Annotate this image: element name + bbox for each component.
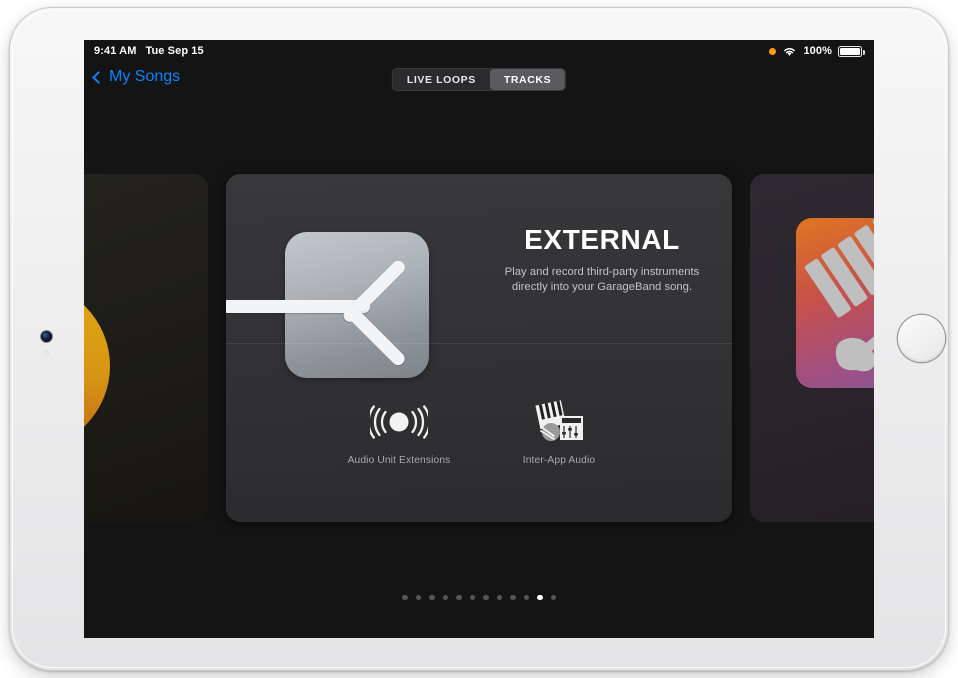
page-dot[interactable] — [402, 594, 408, 600]
page-dot[interactable] — [483, 594, 489, 600]
page-dot[interactable] — [429, 594, 435, 600]
page-dot[interactable] — [469, 594, 475, 600]
status-bar: 9:41 AM Tue Sep 15 100% — [84, 40, 874, 62]
page-subtitle: Play and record third-party instruments … — [504, 266, 700, 294]
external-hero-section: EXTERNAL Play and record third-party ins… — [226, 174, 732, 378]
page-dot[interactable] — [537, 594, 543, 600]
carousel-card-external[interactable]: EXTERNAL Play and record third-party ins… — [226, 174, 732, 522]
back-to-my-songs-button[interactable]: My Songs — [92, 68, 181, 86]
drummer-silhouette-icon — [84, 282, 110, 450]
option-audio-unit-extensions[interactable]: Audio Unit Extensions — [319, 399, 479, 466]
status-bar-left: 9:41 AM Tue Sep 15 — [94, 45, 204, 57]
page-dot[interactable] — [550, 594, 556, 600]
ipad-screen: 9:41 AM Tue Sep 15 100% My Songs LIVE LO… — [84, 40, 874, 638]
status-bar-right: 100% — [769, 45, 865, 57]
orange-dot-icon — [769, 47, 777, 55]
instrument-carousel[interactable]: EXTERNAL Play and record third-party ins… — [84, 174, 874, 522]
keyboard-guitar-icon — [796, 218, 874, 388]
page-indicator[interactable] — [84, 594, 874, 600]
carousel-card-drummer[interactable] — [84, 174, 208, 522]
page-title: EXTERNAL — [524, 224, 680, 256]
front-camera-icon — [41, 331, 52, 342]
carousel-card-keyboard-guitar[interactable] — [750, 174, 874, 522]
view-mode-segmented-control[interactable]: LIVE LOOPS TRACKS — [391, 68, 567, 91]
chevron-left-icon — [92, 70, 105, 84]
option-label-inter-app-audio: Inter-App Audio — [522, 455, 596, 466]
tab-tracks[interactable]: TRACKS — [489, 69, 566, 90]
option-inter-app-audio[interactable]: Inter-App Audio — [479, 399, 639, 466]
page-dot[interactable] — [415, 594, 421, 600]
status-time: 9:41 AM — [94, 45, 137, 57]
status-date: Tue Sep 15 — [145, 45, 204, 57]
battery-full-icon — [838, 45, 865, 57]
back-button-label: My Songs — [109, 68, 181, 85]
keyboard-mixer-icon — [534, 399, 584, 445]
page-dot[interactable] — [496, 594, 502, 600]
navigation-bar: My Songs LIVE LOOPS TRACKS — [84, 62, 874, 102]
option-label-audio-unit-extensions: Audio Unit Extensions — [347, 455, 451, 466]
page-dot[interactable] — [523, 594, 529, 600]
tab-live-loops[interactable]: LIVE LOOPS — [393, 69, 490, 90]
external-options-row: Audio Unit Extensions Inter-App Audio — [226, 343, 732, 522]
page-dot[interactable] — [510, 594, 516, 600]
battery-percent-label: 100% — [803, 45, 832, 57]
page-dot[interactable] — [442, 594, 448, 600]
home-button[interactable] — [898, 315, 945, 362]
page-dot[interactable] — [456, 594, 462, 600]
ambient-light-sensor-icon — [44, 350, 49, 355]
wifi-icon — [782, 46, 797, 57]
screenshot-root: 9:41 AM Tue Sep 15 100% My Songs LIVE LO… — [0, 0, 958, 678]
external-text-block: EXTERNAL Play and record third-party ins… — [472, 174, 732, 343]
audio-waves-icon — [370, 399, 428, 445]
